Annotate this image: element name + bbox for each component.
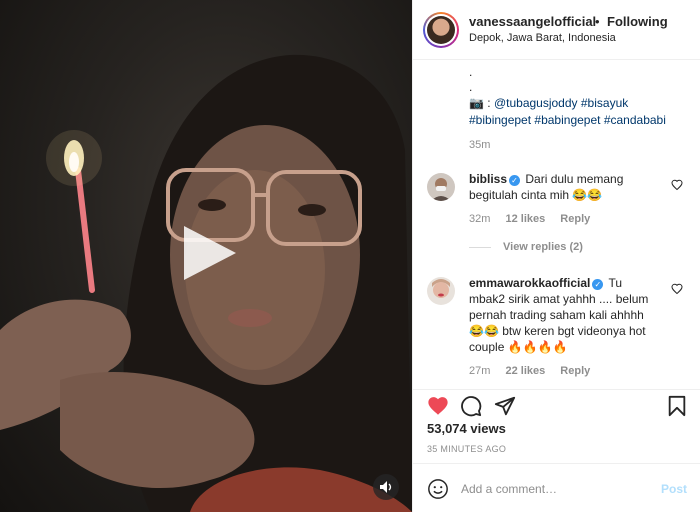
views-label: views xyxy=(470,421,506,436)
replies-divider xyxy=(469,246,491,248)
comment-icon[interactable] xyxy=(460,395,482,417)
share-icon[interactable] xyxy=(494,395,516,417)
author-avatar[interactable] xyxy=(423,12,459,48)
views-count[interactable]: 53,074 views xyxy=(427,421,506,436)
comment-like-heart-icon[interactable] xyxy=(671,283,683,295)
comment-likes[interactable]: 12 likes xyxy=(505,213,545,225)
comment-text: bibliss ✓ Dari dulu memang begitulah cint… xyxy=(469,171,659,203)
following-button[interactable]: Following xyxy=(607,14,668,29)
post-header: vanessaangelofficial • Following Depok, … xyxy=(413,0,700,60)
comment-meta: 27m 22 likes Reply xyxy=(469,365,602,377)
bookmark-icon[interactable] xyxy=(667,395,687,417)
views-number: 53,074 xyxy=(427,421,467,436)
post-timestamp[interactable]: 35 MINUTES AGO xyxy=(427,444,506,454)
post-video[interactable] xyxy=(0,0,412,512)
caption-timestamp[interactable]: 35m xyxy=(469,139,490,151)
commenter-username[interactable]: bibliss xyxy=(469,172,507,186)
post-button[interactable]: Post xyxy=(661,482,687,496)
comment-likes[interactable]: 22 likes xyxy=(505,365,545,377)
author-username[interactable]: vanessaangelofficial xyxy=(469,14,596,29)
post-sidebar: vanessaangelofficial • Following Depok, … xyxy=(412,0,700,512)
comment-input[interactable] xyxy=(461,478,641,500)
hashtag[interactable]: #candababi xyxy=(604,113,666,127)
separator-dot: • xyxy=(595,14,600,29)
hashtag[interactable]: #babingepet xyxy=(534,113,600,127)
speaker-icon xyxy=(380,481,392,493)
comment-meta: 32m 12 likes Reply xyxy=(469,213,602,225)
caption-prefix: 📷 : xyxy=(469,96,494,110)
comment-timestamp[interactable]: 32m xyxy=(469,213,490,225)
emoji-icon[interactable] xyxy=(427,478,449,500)
reply-button[interactable]: Reply xyxy=(560,365,590,377)
hashtag[interactable]: #bibingepet xyxy=(469,113,531,127)
caption-mention[interactable]: @tubagusjoddy xyxy=(494,96,578,110)
comments-list[interactable]: . . 📷 : @tubagusjoddy #bisayuk #bibingep… xyxy=(413,61,700,389)
commenter-username[interactable]: emmawarokkaofficial xyxy=(469,276,590,290)
mute-button[interactable] xyxy=(373,474,399,500)
caption-dot: . xyxy=(469,80,473,94)
comment-timestamp[interactable]: 27m xyxy=(469,365,490,377)
reply-button[interactable]: Reply xyxy=(560,213,590,225)
caption-text: 📷 : @tubagusjoddy #bisayuk #bibingepet #… xyxy=(469,95,689,129)
heart-icon[interactable] xyxy=(427,395,449,417)
comment-text: emmawarokkaofficial ✓ Tu mbak2 sirik amat… xyxy=(469,275,659,355)
view-replies-button[interactable]: View replies (2) xyxy=(469,241,583,253)
play-icon xyxy=(184,226,236,280)
comment-like-heart-icon[interactable] xyxy=(671,179,683,191)
comment-composer: Post xyxy=(413,463,700,512)
verified-badge-icon: ✓ xyxy=(509,175,521,186)
post-actions: 53,074 views 35 MINUTES AGO xyxy=(413,389,700,463)
caption-dot: . xyxy=(469,65,473,79)
commenter-avatar[interactable] xyxy=(427,173,455,201)
hashtag[interactable]: #bisayuk xyxy=(581,96,628,110)
play-button[interactable] xyxy=(178,222,240,284)
verified-badge-icon: ✓ xyxy=(592,279,604,290)
commenter-avatar[interactable] xyxy=(427,277,455,305)
view-replies-label: View replies (2) xyxy=(503,241,583,253)
post-location[interactable]: Depok, Jawa Barat, Indonesia xyxy=(469,32,616,44)
